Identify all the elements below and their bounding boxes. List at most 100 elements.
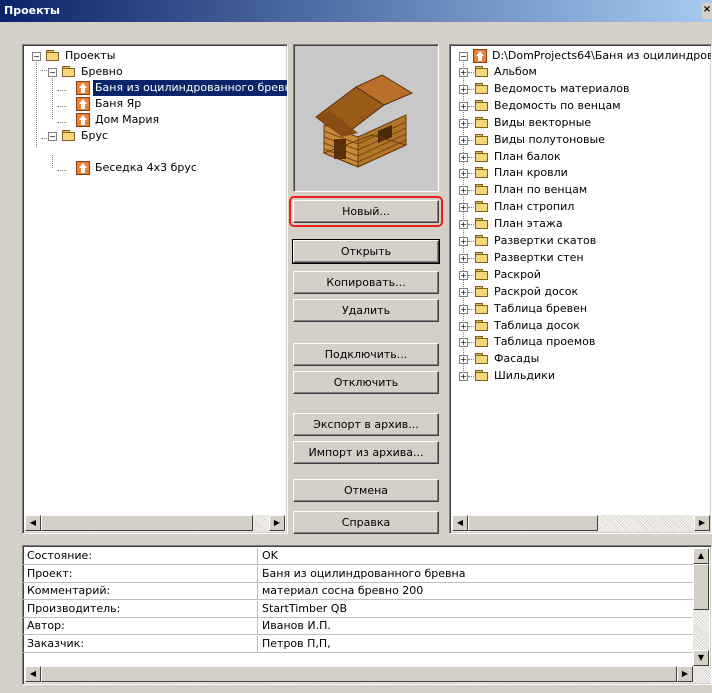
open-button[interactable]: Открыть (292, 239, 440, 264)
properties-horizontal-scrollbar[interactable]: ◀ ▶ (25, 666, 711, 683)
expand-icon[interactable]: + (459, 321, 468, 331)
contents-item[interactable]: + Таблица досок (454, 318, 709, 334)
project-contents-panel[interactable]: − D:\DomProjects64\Баня из оцилиндрованн… (449, 44, 712, 534)
tree-node-project[interactable]: Дом Мария (27, 112, 277, 128)
expand-icon[interactable]: + (459, 338, 468, 348)
scroll-thumb[interactable] (41, 515, 253, 531)
tree-node-root-path[interactable]: − D:\DomProjects64\Баня из оцилиндрованн… (454, 48, 711, 64)
expand-icon[interactable]: + (459, 355, 468, 365)
scroll-down-icon[interactable]: ▼ (693, 650, 709, 666)
contents-item[interactable]: + Развертки скатов (454, 233, 709, 249)
expand-icon[interactable]: + (459, 169, 468, 179)
folder-icon (475, 167, 489, 179)
left-horizontal-scrollbar[interactable]: ◀ ▶ (25, 515, 285, 532)
expand-icon[interactable]: + (459, 253, 468, 263)
tree-node-project[interactable]: Беседка 4x3 брус (27, 160, 277, 176)
close-icon[interactable]: × (702, 3, 712, 19)
scroll-thumb[interactable] (693, 564, 709, 610)
contents-item[interactable]: + Таблица бревен (454, 301, 709, 317)
contents-item[interactable]: + План балок (454, 149, 709, 165)
contents-item-label: Альбом (494, 65, 537, 78)
contents-item[interactable]: + Развертки стен (454, 250, 709, 266)
contents-item[interactable]: + План кровли (454, 165, 709, 181)
property-row[interactable]: Заказчик: Петров П,П, (23, 635, 695, 653)
contents-item[interactable]: + Шильдики (454, 368, 709, 384)
expand-icon[interactable]: + (459, 203, 468, 213)
folder-icon (475, 235, 489, 246)
contents-item-label: План этажа (494, 217, 563, 231)
scroll-left-icon[interactable]: ◀ (25, 515, 41, 531)
contents-item-label: Таблица досок (494, 318, 580, 332)
properties-panel[interactable]: Состояние: OK Проект: Баня из оцилиндрованн… (22, 545, 712, 685)
scroll-right-icon[interactable]: ▶ (269, 515, 285, 531)
property-key: Автор: (23, 618, 258, 634)
scroll-up-icon[interactable]: ▲ (693, 548, 709, 564)
tree-node-project-selected[interactable]: Баня из оцилиндрованного бревна (27, 80, 287, 96)
expand-icon[interactable]: + (459, 304, 468, 314)
property-row[interactable]: Комментарий: материал сосна бревно 200 (23, 583, 695, 600)
project-house-icon (76, 81, 90, 95)
right-horizontal-scrollbar[interactable]: ◀ ▶ (452, 515, 710, 532)
property-row[interactable]: Проект: Баня из оцилиндрованного бревна (23, 565, 695, 583)
tree-node-root[interactable]: − Проекты (27, 48, 277, 64)
collapse-icon[interactable]: − (48, 68, 57, 77)
contents-item[interactable]: + Ведомость по венцам (454, 98, 709, 114)
expand-icon[interactable]: + (459, 186, 468, 196)
properties-vertical-scrollbar[interactable]: ▲ ▼ (693, 548, 709, 666)
scroll-thumb[interactable] (468, 515, 598, 531)
project-tree: − Проекты − Бревно Баня из оцилиндрованн… (23, 45, 287, 515)
contents-item[interactable]: + Таблица проемов (454, 334, 709, 350)
tree-guide (468, 207, 474, 209)
scroll-left-icon[interactable]: ◀ (452, 515, 468, 531)
property-row[interactable]: Автор: Иванов И.П. (23, 618, 695, 635)
copy-button[interactable]: Копировать... (293, 271, 439, 294)
contents-item[interactable]: + План по венцам (454, 182, 709, 198)
import-archive-button[interactable]: Импорт из архива... (293, 441, 439, 464)
contents-item[interactable]: + Ведомость материалов (454, 81, 709, 97)
export-archive-button[interactable]: Экспорт в архив... (293, 413, 439, 436)
scroll-right-icon[interactable]: ▶ (677, 666, 693, 682)
scroll-thumb[interactable] (41, 666, 677, 682)
collapse-icon[interactable]: − (32, 52, 41, 61)
expand-icon[interactable]: + (459, 372, 468, 382)
delete-button[interactable]: Удалить (293, 299, 439, 322)
contents-item[interactable]: + Альбом (454, 64, 709, 80)
folder-icon (62, 66, 76, 77)
cancel-button[interactable]: Отмена (293, 479, 439, 502)
tree-guide (468, 308, 474, 310)
expand-icon[interactable]: + (459, 152, 468, 162)
folder-icon (475, 370, 489, 382)
tree-node-project[interactable]: Баня Яр (27, 96, 277, 112)
scroll-left-icon[interactable]: ◀ (25, 666, 41, 682)
disconnect-button[interactable]: Отключить (293, 371, 439, 394)
connect-button[interactable]: Подключить... (293, 343, 439, 366)
property-row[interactable]: Производитель: StartTimber QB (23, 600, 695, 618)
help-button[interactable]: Справка (293, 511, 439, 534)
contents-item[interactable]: + Фасады (454, 351, 709, 367)
collapse-icon[interactable]: − (48, 132, 57, 141)
project-tree-panel[interactable]: − Проекты − Бревно Баня из оцилиндрованн… (22, 44, 288, 534)
new-button-highlight (289, 196, 443, 227)
property-row[interactable]: Состояние: OK (23, 548, 695, 565)
contents-item[interactable]: + План этажа (454, 216, 709, 232)
expand-icon[interactable]: + (459, 84, 468, 94)
tree-node-brus[interactable]: − Брус (27, 128, 277, 144)
expand-icon[interactable]: + (459, 118, 468, 128)
contents-item[interactable]: + Раскрой досок (454, 284, 709, 300)
contents-item[interactable]: + Раскрой (454, 267, 709, 283)
expand-icon[interactable]: + (459, 220, 468, 230)
expand-icon[interactable]: + (459, 237, 468, 246)
scroll-right-icon[interactable]: ▶ (694, 515, 710, 531)
expand-icon[interactable]: + (459, 287, 468, 297)
collapse-icon[interactable]: − (459, 52, 468, 61)
expand-icon[interactable]: + (459, 68, 468, 77)
folder-icon (475, 184, 489, 196)
expand-icon[interactable]: + (459, 135, 468, 145)
tree-node-brevno[interactable]: − Бревно (27, 64, 277, 80)
contents-item[interactable]: + План стропил (454, 199, 709, 215)
property-value: Петров П,П, (262, 636, 331, 650)
expand-icon[interactable]: + (459, 101, 468, 111)
contents-item[interactable]: + Виды полутоновые (454, 132, 709, 148)
contents-item[interactable]: + Виды векторные (454, 115, 709, 131)
expand-icon[interactable]: + (459, 270, 468, 280)
